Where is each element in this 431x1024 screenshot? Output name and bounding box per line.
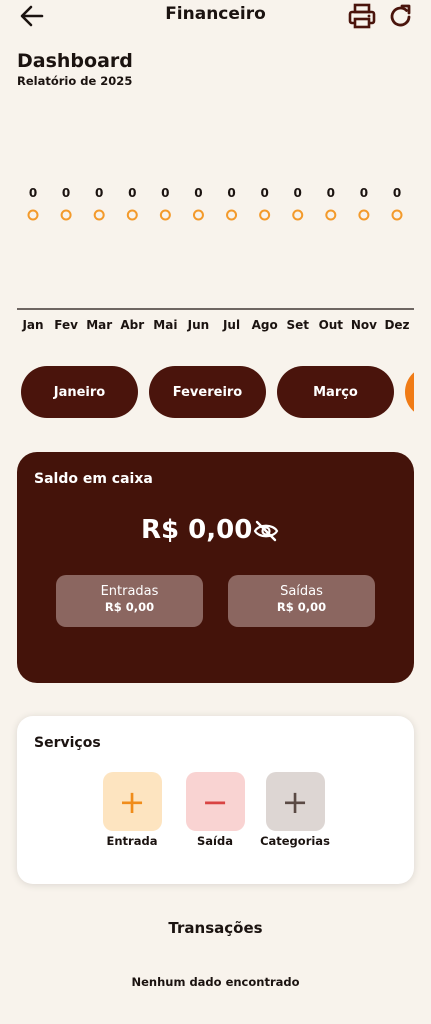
data-point-abr[interactable]	[126, 209, 138, 221]
data-point-mai[interactable]	[159, 209, 171, 221]
data-label-jun: 0	[194, 186, 202, 200]
balance-amount: R$ 0,00	[141, 515, 253, 545]
add-income-button[interactable]: + Entrada	[92, 772, 172, 848]
data-point-out[interactable]	[325, 209, 337, 221]
data-label-jan: 0	[29, 186, 37, 200]
data-label-fev: 0	[62, 186, 70, 200]
categories-button[interactable]: + Categorias	[255, 772, 335, 848]
data-point-jun[interactable]	[192, 209, 204, 221]
service-label-categorias: Categorias	[260, 834, 330, 848]
income-summary: Entradas R$ 0,00	[56, 575, 203, 627]
plus-icon: +	[265, 772, 325, 831]
x-tick-label-set: Set	[286, 318, 309, 332]
dashboard-title: Dashboard	[17, 50, 133, 72]
x-tick-label-fev: Fev	[54, 318, 78, 332]
annual-chart: 0 Jan 0 Fev 0 Mar 0 Abr 0 Mai 0 Jun 0 Jul 0 Ago 0 Set 0 Out…	[17, 186, 414, 332]
data-point-fev[interactable]	[60, 209, 72, 221]
services-card: Serviços + Entrada − Saída + Categorias	[17, 716, 414, 884]
empty-state-message: Nenhum dado encontrado	[131, 975, 300, 989]
data-label-set: 0	[294, 186, 302, 200]
x-tick-label-mar: Mar	[86, 318, 112, 332]
data-point-jul[interactable]	[226, 209, 238, 221]
service-label-saida: Saída	[197, 834, 233, 848]
month-pill-abril[interactable]	[405, 366, 414, 418]
x-tick-label-out: Out	[319, 318, 344, 332]
x-tick-label-jun: Jun	[187, 318, 210, 332]
data-point-mar[interactable]	[93, 209, 105, 221]
data-point-set[interactable]	[292, 209, 304, 221]
month-pill-janeiro[interactable]: Janeiro	[21, 366, 138, 418]
data-point-ago[interactable]	[259, 209, 271, 221]
data-label-ago: 0	[260, 186, 268, 200]
eye-off-icon[interactable]	[253, 520, 279, 542]
income-value: R$ 0,00	[104, 600, 155, 614]
x-tick-label-jan: Jan	[21, 318, 43, 332]
expense-value: R$ 0,00	[276, 600, 327, 614]
data-label-jul: 0	[227, 186, 235, 200]
data-point-nov[interactable]	[358, 209, 370, 221]
x-tick-label-dez: Dez	[384, 318, 409, 332]
data-point-jan[interactable]	[27, 209, 39, 221]
month-pill-fevereiro[interactable]: Fevereiro	[149, 366, 266, 418]
balance-card: Saldo em caixa R$ 0,00 Entradas R$ 0,00 …	[17, 452, 414, 683]
expense-label: Saídas	[280, 584, 323, 599]
printer-icon[interactable]	[347, 2, 377, 30]
month-pill-marco[interactable]: Março	[277, 366, 394, 418]
month-selector: Janeiro Fevereiro Março	[21, 366, 414, 418]
services-label: Serviços	[34, 735, 101, 751]
income-label: Entradas	[100, 584, 159, 599]
x-tick-label-jul: Jul	[222, 318, 240, 332]
x-tick-label-mai: Mai	[153, 318, 177, 332]
data-label-dez: 0	[393, 186, 401, 200]
add-expense-button[interactable]: − Saída	[175, 772, 255, 848]
data-label-out: 0	[327, 186, 335, 200]
data-label-mar: 0	[95, 186, 103, 200]
x-tick-label-ago: Ago	[252, 318, 278, 332]
plus-icon: +	[102, 772, 162, 831]
data-point-dez[interactable]	[391, 209, 403, 221]
refresh-icon[interactable]	[388, 2, 414, 30]
app-bar: Financeiro	[0, 0, 431, 34]
x-tick-label-nov: Nov	[351, 318, 377, 332]
transactions-title: Transações	[168, 919, 263, 937]
x-tick-label-abr: Abr	[120, 318, 144, 332]
dashboard-subtitle: Relatório de 2025	[17, 74, 133, 88]
service-label-entrada: Entrada	[106, 834, 158, 848]
balance-label: Saldo em caixa	[34, 471, 153, 487]
data-label-abr: 0	[128, 186, 136, 200]
minus-icon: −	[185, 772, 245, 831]
expense-summary: Saídas R$ 0,00	[228, 575, 375, 627]
data-label-nov: 0	[360, 186, 368, 200]
data-label-mai: 0	[161, 186, 169, 200]
